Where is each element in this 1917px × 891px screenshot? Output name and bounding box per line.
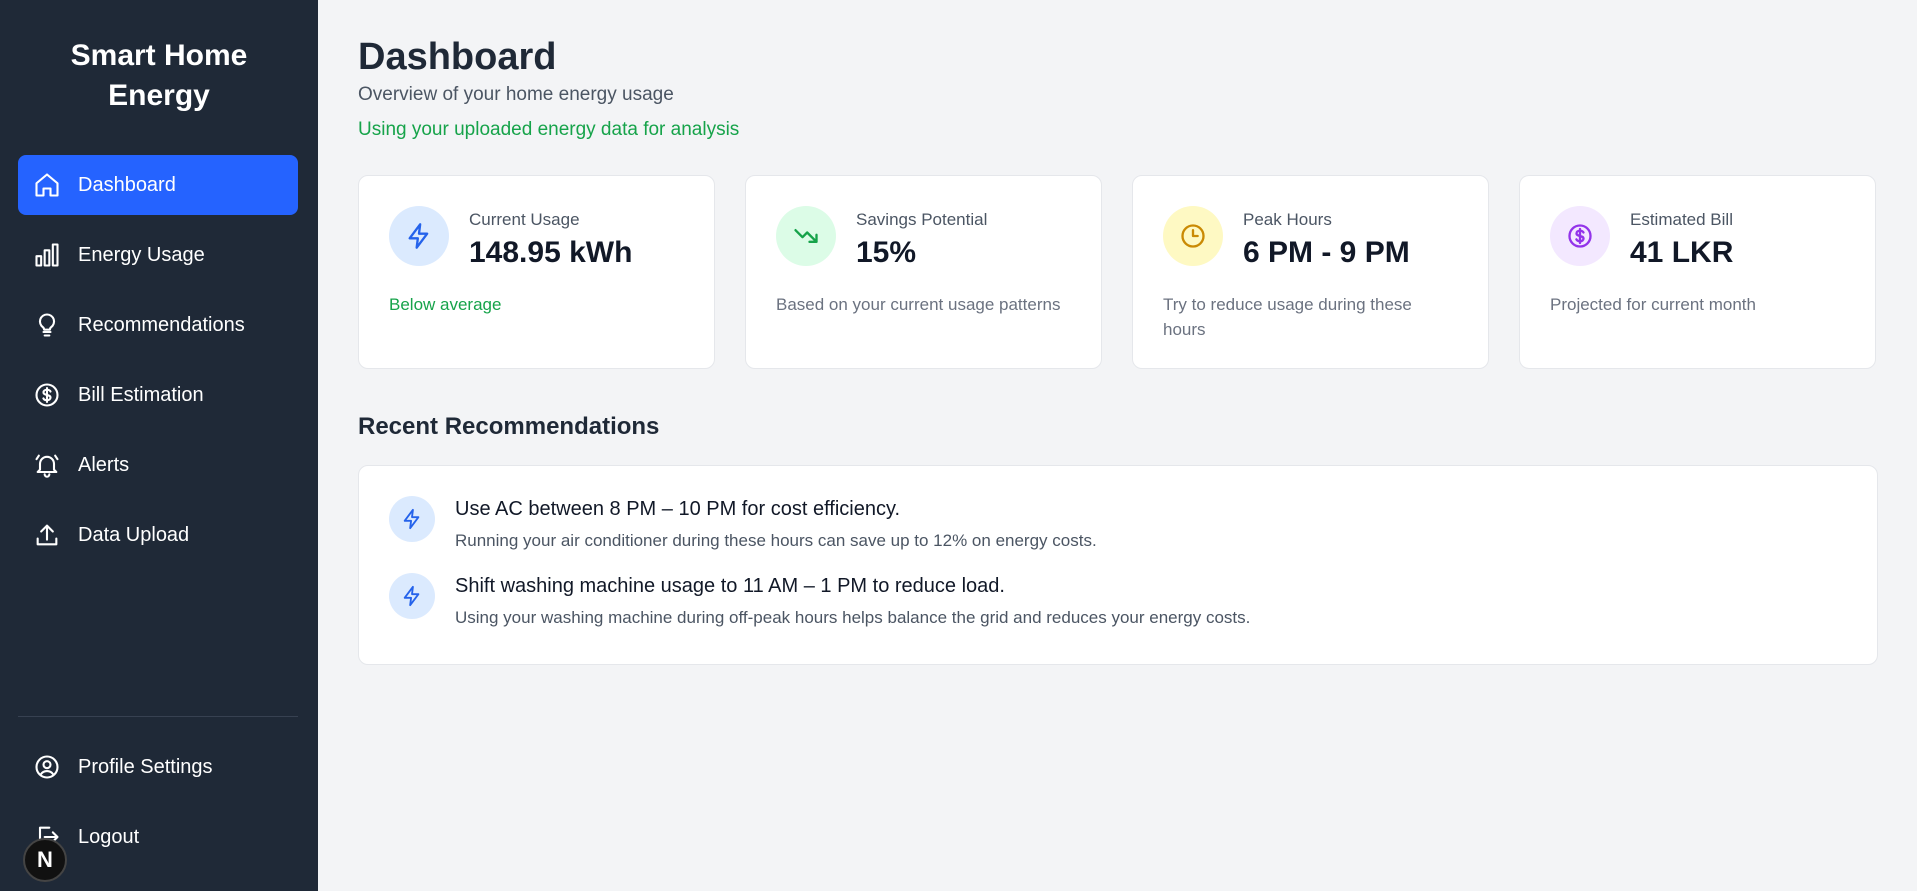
savings-potential-card: Savings Potential 15% Based on your curr… bbox=[745, 175, 1102, 369]
bell-icon bbox=[32, 450, 62, 480]
sidebar-item-label: Dashboard bbox=[78, 173, 176, 196]
sidebar-item-label: Profile Settings bbox=[78, 755, 213, 778]
current-usage-card: Current Usage 148.95 kWh Below average bbox=[358, 175, 715, 369]
card-value: 15% bbox=[856, 236, 917, 269]
lightning-icon bbox=[389, 496, 435, 542]
user-circle-icon bbox=[32, 752, 62, 782]
sidebar-divider bbox=[18, 716, 298, 717]
dev-badge[interactable]: N bbox=[23, 838, 67, 882]
card-value: 6 PM - 9 PM bbox=[1243, 236, 1410, 269]
trending-down-icon bbox=[776, 206, 836, 266]
card-label: Peak Hours bbox=[1243, 210, 1332, 229]
recommendation-title: Shift washing machine usage to 11 AM – 1… bbox=[455, 575, 1005, 597]
estimated-bill-card: Estimated Bill 41 LKR Projected for curr… bbox=[1519, 175, 1876, 369]
lightning-icon bbox=[389, 206, 449, 266]
card-note: Try to reduce usage during these hours bbox=[1163, 295, 1412, 339]
card-value: 41 LKR bbox=[1630, 236, 1734, 269]
recommendation-title: Use AC between 8 PM – 10 PM for cost eff… bbox=[455, 498, 901, 520]
card-note: Projected for current month bbox=[1550, 295, 1756, 314]
card-note: Based on your current usage patterns bbox=[776, 295, 1061, 314]
card-note: Below average bbox=[389, 295, 502, 314]
dollar-circle-icon bbox=[32, 380, 62, 410]
peak-hours-card: Peak Hours 6 PM - 9 PM Try to reduce usa… bbox=[1132, 175, 1489, 369]
sidebar: Smart Home Energy Dashboard Energy Usage… bbox=[0, 0, 318, 891]
recommendations-heading: Recent Recommendations bbox=[358, 413, 660, 440]
sidebar-item-dashboard[interactable]: Dashboard bbox=[18, 155, 298, 215]
sidebar-item-label: Bill Estimation bbox=[78, 383, 204, 406]
card-label: Current Usage bbox=[469, 210, 580, 229]
list-item[interactable]: Shift washing machine usage to 11 AM – 1… bbox=[389, 573, 1847, 628]
bar-chart-icon bbox=[32, 240, 62, 270]
data-source-note: Using your uploaded energy data for anal… bbox=[358, 119, 740, 140]
sidebar-item-label: Data Upload bbox=[78, 523, 190, 546]
upload-icon bbox=[32, 520, 62, 550]
card-label: Estimated Bill bbox=[1630, 210, 1733, 229]
card-value: 148.95 kWh bbox=[469, 236, 633, 269]
sidebar-nav: Dashboard Energy Usage Recommendations B… bbox=[18, 155, 298, 575]
sidebar-item-recommendations[interactable]: Recommendations bbox=[18, 295, 298, 355]
sidebar-item-label: Recommendations bbox=[78, 313, 245, 336]
recommendation-description: Running your air conditioner during thes… bbox=[455, 531, 1097, 550]
sidebar-item-bill-estimation[interactable]: Bill Estimation bbox=[18, 365, 298, 425]
brand-line-2: Energy bbox=[108, 79, 210, 112]
page-title: Dashboard bbox=[358, 36, 557, 78]
sidebar-item-energy-usage[interactable]: Energy Usage bbox=[18, 225, 298, 285]
recommendations-list: Use AC between 8 PM – 10 PM for cost eff… bbox=[358, 465, 1878, 665]
stat-cards: Current Usage 148.95 kWh Below average S… bbox=[358, 175, 1878, 369]
home-icon bbox=[32, 170, 62, 200]
sidebar-item-data-upload[interactable]: Data Upload bbox=[18, 505, 298, 565]
lightning-icon bbox=[389, 573, 435, 619]
sidebar-item-label: Logout bbox=[78, 825, 140, 848]
lightbulb-icon bbox=[32, 310, 62, 340]
recommendation-description: Using your washing machine during off-pe… bbox=[455, 608, 1251, 627]
sidebar-item-profile-settings[interactable]: Profile Settings bbox=[18, 737, 298, 797]
page-subtitle: Overview of your home energy usage bbox=[358, 84, 674, 105]
list-item[interactable]: Use AC between 8 PM – 10 PM for cost eff… bbox=[389, 496, 1847, 551]
brand-line-1: Smart Home bbox=[70, 39, 248, 72]
sidebar-item-label: Energy Usage bbox=[78, 243, 205, 266]
sidebar-item-label: Alerts bbox=[78, 453, 130, 476]
sidebar-item-alerts[interactable]: Alerts bbox=[18, 435, 298, 495]
dollar-circle-icon bbox=[1550, 206, 1610, 266]
clock-icon bbox=[1163, 206, 1223, 266]
app-brand: Smart Home Energy bbox=[0, 36, 318, 116]
card-label: Savings Potential bbox=[856, 210, 988, 229]
